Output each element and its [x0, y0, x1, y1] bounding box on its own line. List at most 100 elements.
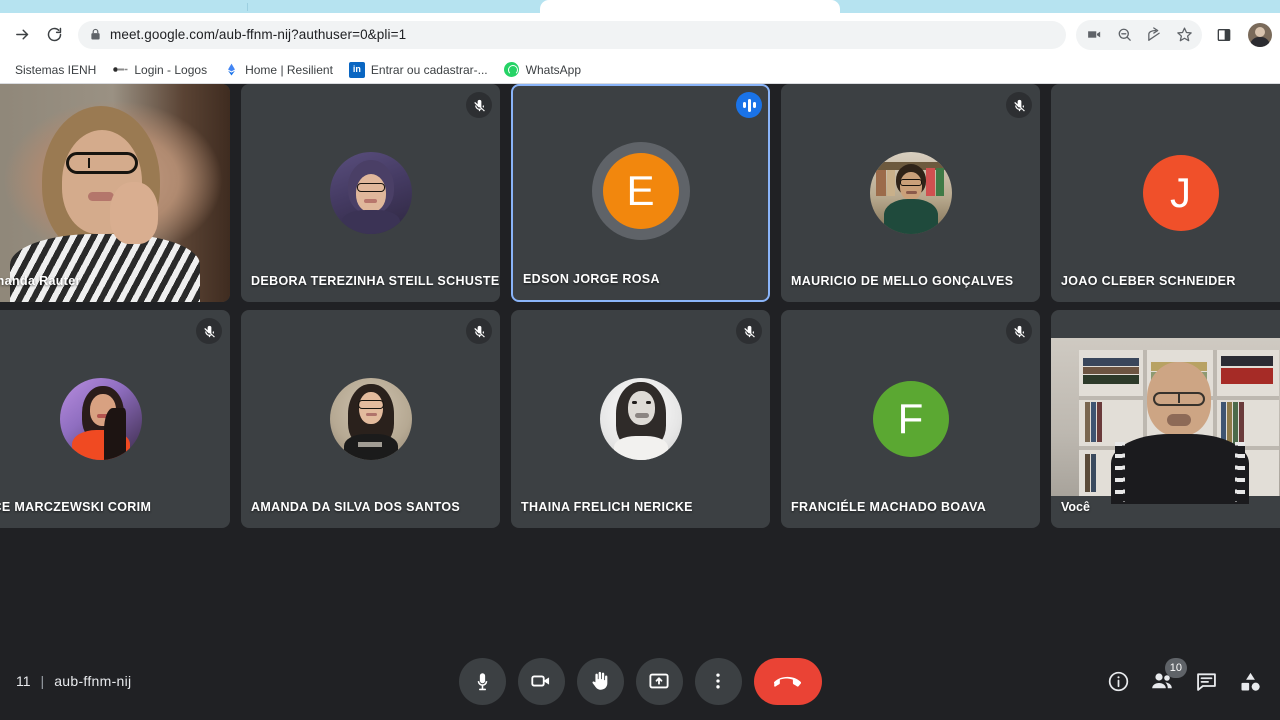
- active-browser-tab[interactable]: [540, 0, 840, 13]
- meet-right-controls: 10: [964, 658, 1264, 695]
- meeting-info: 11 | aub-ffnm-nij: [16, 673, 316, 689]
- speaking-indicator-icon: [736, 92, 762, 118]
- mic-off-icon: [1006, 92, 1032, 118]
- bookmark-label: Home | Resilient: [245, 62, 333, 77]
- avatar-photo: [329, 378, 412, 460]
- participant-name: MAURICIO DE MELLO GONÇALVES: [791, 274, 1014, 288]
- bookmarks-bar: Sistemas IENH Login - Logos Home | Resil…: [0, 56, 1280, 84]
- lock-icon: [90, 28, 101, 41]
- google-meet-app: ...rnanda Rauter DEBORA TE: [0, 84, 1280, 720]
- reload-button[interactable]: [40, 21, 68, 49]
- more-options-button[interactable]: [694, 657, 742, 705]
- avatar-initial-letter: F: [897, 395, 924, 442]
- avatar-initial-letter: J: [1170, 169, 1191, 216]
- avatar-initial: J: [1142, 155, 1219, 231]
- mic-off-icon: [736, 318, 762, 344]
- video-feed: [0, 84, 230, 302]
- chat-button[interactable]: [1192, 667, 1220, 695]
- microphone-button[interactable]: [458, 657, 506, 705]
- bookmark-star-icon[interactable]: [1170, 21, 1198, 49]
- avatar-photo: [329, 152, 412, 234]
- avatar-body: [1250, 36, 1270, 47]
- bookmark-label: WhatsApp: [525, 62, 581, 77]
- side-panel-icon[interactable]: [1210, 21, 1238, 49]
- camera-button[interactable]: [517, 657, 565, 705]
- participant-tile-franciele-machado-boava[interactable]: F FRANCIÉLE MACHADO BOAVA: [781, 310, 1040, 528]
- avatar-head: [1255, 26, 1265, 37]
- avatar: [329, 152, 412, 234]
- address-bar-url: meet.google.com/aub-ffnm-nij?authuser=0&…: [110, 27, 407, 42]
- participant-grid: ...rnanda Rauter DEBORA TE: [0, 84, 1280, 642]
- avatar: [329, 378, 412, 460]
- participant-name: JOAO CLEBER SCHNEIDER: [1061, 274, 1236, 288]
- mic-off-icon: [1006, 318, 1032, 344]
- participant-tile-mauricio-de-mello-goncalves[interactable]: MAURICIO DE MELLO GONÇALVES: [781, 84, 1040, 302]
- participant-tile-debora-terezinha-steill-schuster[interactable]: DEBORA TEREZINHA STEILL SCHUSTER: [241, 84, 500, 302]
- avatar-initial: E: [602, 153, 679, 229]
- whatsapp-icon-shape: [504, 62, 520, 77]
- participant-name: THAINA FRELICH NERICKE: [521, 500, 693, 514]
- bookmark-home-resilient[interactable]: Home | Resilient: [216, 59, 340, 81]
- zoom-out-icon[interactable]: [1110, 21, 1138, 49]
- mic-off-icon: [466, 318, 492, 344]
- participant-name: Você: [1061, 500, 1090, 514]
- avatar-photo: [869, 152, 952, 234]
- address-bar[interactable]: meet.google.com/aub-ffnm-nij?authuser=0&…: [78, 20, 1066, 49]
- participant-tile-eice-marczewski-corim[interactable]: EICE MARCZEWSKI CORIM: [0, 310, 230, 528]
- bookmark-login-logos[interactable]: Login - Logos: [105, 59, 214, 81]
- participant-name: DEBORA TEREZINHA STEILL SCHUSTER: [251, 274, 500, 288]
- participant-tile-thaina-frelich-nericke[interactable]: THAINA FRELICH NERICKE: [511, 310, 770, 528]
- raise-hand-button[interactable]: [576, 657, 624, 705]
- meeting-details-button[interactable]: [1104, 667, 1132, 695]
- toolbar-right-icons: [1076, 19, 1272, 50]
- present-screen-button[interactable]: [635, 657, 683, 705]
- meeting-code: aub-ffnm-nij: [54, 673, 132, 689]
- browser-tab-strip[interactable]: [0, 0, 1280, 13]
- participants-button[interactable]: 10: [1148, 658, 1187, 695]
- participant-tile-fernanda-rauter[interactable]: ...rnanda Rauter: [0, 84, 230, 302]
- linkedin-icon: in: [348, 61, 365, 78]
- participant-name: AMANDA DA SILVA DOS SANTOS: [251, 500, 461, 514]
- video-camera-icon[interactable]: [1080, 21, 1108, 49]
- participant-tile-joao-cleber-schneider[interactable]: J JOAO CLEBER SCHNEIDER: [1051, 84, 1280, 302]
- participant-name: ...rnanda Rauter: [0, 274, 81, 288]
- bookmark-label: Sistemas IENH: [15, 62, 97, 77]
- tab-divider: [247, 3, 248, 11]
- activities-button[interactable]: [1236, 667, 1264, 695]
- participant-name: EDSON JORGE ROSA: [523, 272, 660, 286]
- meet-call-controls: [316, 657, 964, 705]
- bookmark-sistemas-ienh[interactable]: Sistemas IENH: [8, 60, 103, 80]
- participant-name: EICE MARCZEWSKI CORIM: [0, 500, 152, 514]
- share-icon[interactable]: [1140, 21, 1168, 49]
- avatar: [869, 152, 952, 234]
- mic-off-icon: [466, 92, 492, 118]
- participants-count-badge: 10: [1164, 658, 1187, 678]
- avatar-initial: F: [872, 381, 949, 457]
- meeting-separator: |: [40, 673, 45, 689]
- profile-avatar[interactable]: [1248, 22, 1272, 47]
- forward-button[interactable]: [8, 21, 36, 49]
- mic-off-icon: [196, 318, 222, 344]
- bookmark-label: Login - Logos: [134, 62, 208, 77]
- avatar: [60, 378, 142, 460]
- meet-bottom-bar: 11 | aub-ffnm-nij 10: [0, 642, 1280, 720]
- self-video-feed: [1051, 338, 1280, 504]
- meeting-clock: 11: [16, 673, 31, 689]
- participant-tile-edson-jorge-rosa[interactable]: E EDSON JORGE ROSA: [511, 84, 770, 302]
- leave-call-button[interactable]: [753, 657, 822, 705]
- logos-icon: [112, 62, 128, 78]
- browser-toolbar: meet.google.com/aub-ffnm-nij?authuser=0&…: [0, 13, 1280, 56]
- bookmark-label: Entrar ou cadastrar-...: [370, 62, 488, 77]
- resilient-icon: [223, 62, 239, 78]
- bookmark-whatsapp[interactable]: WhatsApp: [497, 59, 588, 81]
- avatar-photo: [599, 378, 682, 460]
- avatar-initial-letter: E: [626, 167, 655, 214]
- whatsapp-icon: [504, 62, 520, 78]
- avatar-photo: [60, 378, 142, 460]
- bookmark-linkedin[interactable]: in Entrar ou cadastrar-...: [342, 59, 495, 81]
- participant-name: FRANCIÉLE MACHADO BOAVA: [791, 500, 987, 514]
- participant-tile-amanda-da-silva-dos-santos[interactable]: AMANDA DA SILVA DOS SANTOS: [241, 310, 500, 528]
- participant-tile-self-view[interactable]: Você: [1051, 310, 1280, 528]
- avatar: [599, 378, 682, 460]
- linkedin-icon-text: in: [348, 61, 365, 78]
